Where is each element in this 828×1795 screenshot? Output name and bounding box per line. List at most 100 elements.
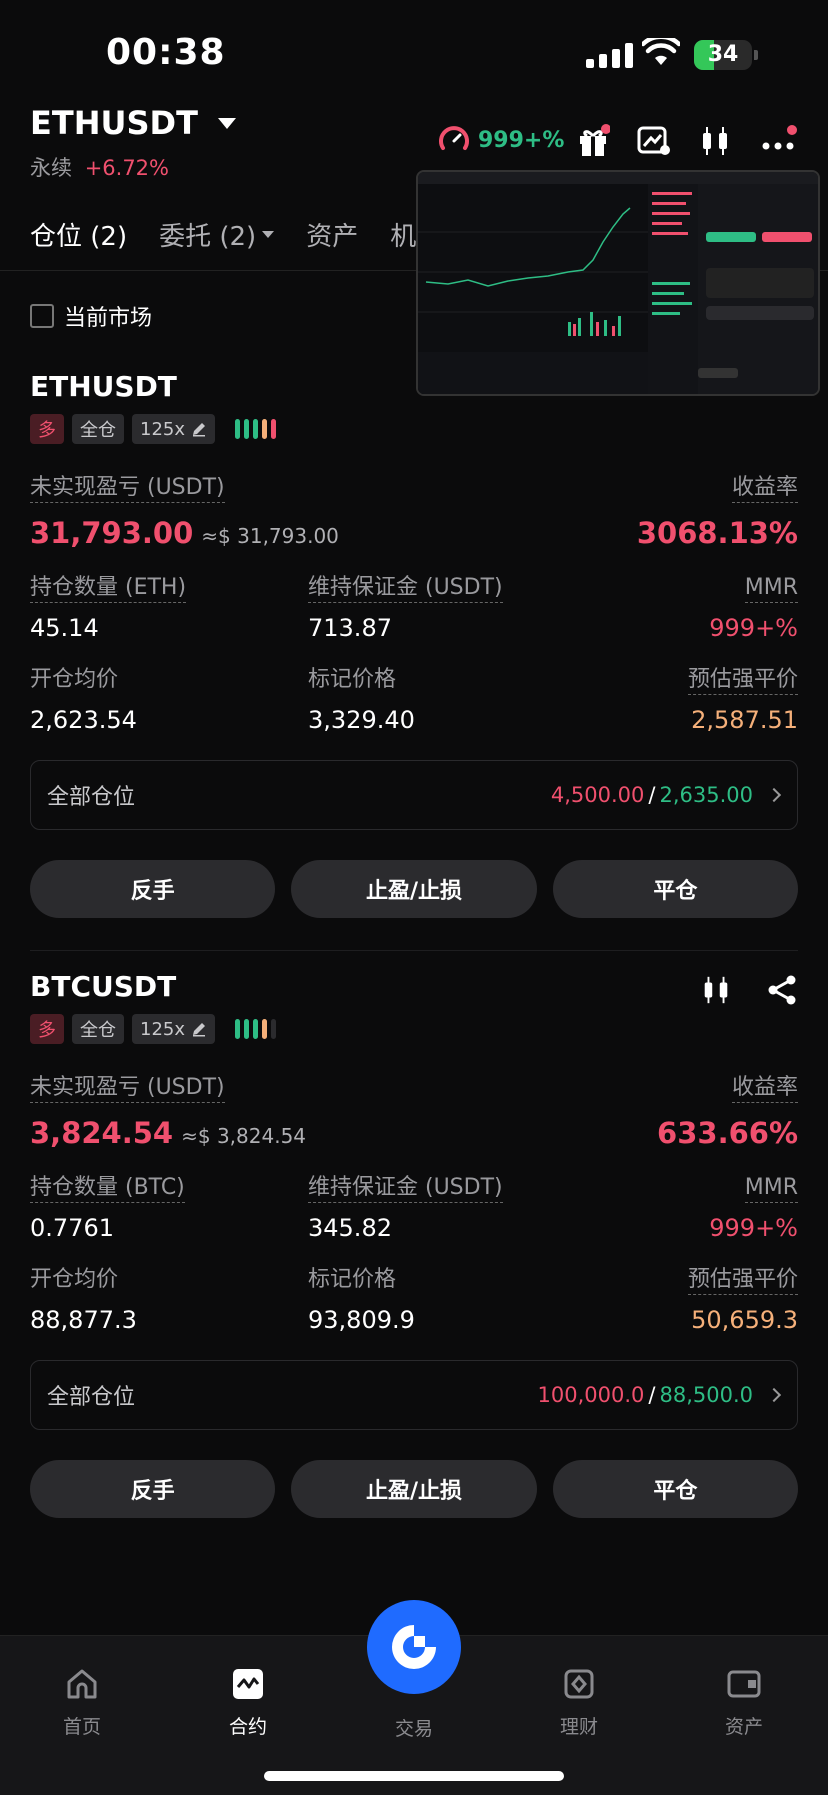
- risk-bar: [244, 419, 250, 439]
- tab-positions[interactable]: 仓位 (2): [30, 216, 127, 253]
- pnl-usd: ≈$ 3,824.54: [181, 1124, 307, 1148]
- nav-home[interactable]: 首页: [32, 1666, 132, 1739]
- risk-bar: [253, 1019, 259, 1039]
- qty-label[interactable]: 持仓数量 (BTC): [30, 1174, 185, 1203]
- edit-icon: [193, 423, 206, 437]
- gauge-icon: [439, 126, 469, 150]
- side-badge: 多: [30, 414, 64, 444]
- gift-icon[interactable]: [576, 124, 610, 158]
- checkbox[interactable]: [30, 304, 54, 328]
- nav-trade[interactable]: 交易: [364, 1714, 464, 1741]
- risk-level-bars: [235, 1019, 277, 1039]
- mm-value: 713.87: [308, 614, 392, 642]
- tpsl-button[interactable]: 止盈/止损: [291, 1460, 537, 1518]
- pnl-label[interactable]: 未实现盈亏 (USDT): [30, 474, 225, 503]
- tab-orders-label: 委托 (2): [159, 222, 257, 252]
- mmr-label[interactable]: MMR: [744, 574, 798, 603]
- entry-value: 2,623.54: [30, 706, 137, 734]
- tab-assets[interactable]: 资产: [306, 216, 358, 253]
- mmr-value: 999+%: [709, 614, 798, 642]
- reverse-button[interactable]: 反手: [30, 860, 276, 918]
- more-icon[interactable]: [760, 124, 798, 158]
- battery-level: 34: [707, 42, 739, 67]
- leverage-badge[interactable]: 125x: [132, 414, 216, 444]
- risk-bar: [253, 419, 259, 439]
- trade-button[interactable]: [367, 1600, 461, 1694]
- calculator-icon[interactable]: [636, 124, 670, 158]
- position-actions: 反手 止盈/止损 平仓: [30, 1460, 798, 1518]
- close-position-button[interactable]: 平仓: [552, 860, 798, 918]
- risk-bar: [271, 1019, 277, 1039]
- chevron-right-icon: [766, 1387, 782, 1403]
- all-positions-tpsl[interactable]: 全部仓位 4,500.00 / 2,635.00: [30, 760, 798, 830]
- all-positions-label: 全部仓位: [47, 1385, 136, 1410]
- chevron-down-icon: [217, 117, 236, 129]
- mark-label: 标记价格: [308, 667, 397, 692]
- current-market-filter[interactable]: 当前市场: [30, 300, 152, 332]
- risk-bar: [262, 419, 268, 439]
- mark-value: 93,809.9: [308, 1306, 415, 1334]
- mm-label[interactable]: 维持保证金 (USDT): [308, 1174, 503, 1203]
- roe-label[interactable]: 收益率: [731, 1074, 798, 1103]
- roe-label[interactable]: 收益率: [731, 474, 798, 503]
- all-positions-label: 全部仓位: [47, 785, 136, 810]
- stop-loss-price: 88,500.0: [659, 1383, 753, 1407]
- roe-value: 633.66%: [657, 1116, 798, 1150]
- close-position-button[interactable]: 平仓: [552, 1460, 798, 1518]
- mm-value: 345.82: [308, 1214, 392, 1242]
- share-icon[interactable]: [766, 974, 798, 1006]
- entry-value: 88,877.3: [30, 1306, 137, 1334]
- mmr-value: 999+%: [709, 1214, 798, 1242]
- position-symbol: BTCUSDT: [30, 970, 177, 1003]
- qty-label[interactable]: 持仓数量 (ETH): [30, 574, 187, 603]
- leverage-badge[interactable]: 125x: [132, 1014, 216, 1044]
- position-tags: 多 全仓 125x: [30, 1014, 277, 1044]
- tab-more[interactable]: 机: [390, 216, 416, 253]
- pip-trading-screenshot: [418, 172, 818, 394]
- reverse-button[interactable]: 反手: [30, 1460, 276, 1518]
- edit-icon: [193, 1023, 206, 1037]
- nav-futures-label: 合约: [228, 1716, 267, 1738]
- liq-label[interactable]: 预估强平价: [687, 1266, 798, 1295]
- nav-earn[interactable]: 理财: [529, 1666, 629, 1739]
- candlestick-icon[interactable]: [698, 124, 732, 158]
- position-tags: 多 全仓 125x: [30, 414, 277, 444]
- mmr-label[interactable]: MMR: [744, 1174, 798, 1203]
- home-icon: [67, 1669, 97, 1699]
- leverage-value: 125x: [140, 1018, 186, 1040]
- side-badge: 多: [30, 1014, 64, 1044]
- tab-orders[interactable]: 委托 (2): [159, 216, 275, 253]
- pair-selector[interactable]: ETHUSDT: [30, 104, 236, 142]
- risk-gauge[interactable]: 999+%: [438, 124, 564, 156]
- liq-label[interactable]: 预估强平价: [687, 666, 798, 695]
- all-positions-tpsl[interactable]: 全部仓位 100,000.0 / 88,500.0: [30, 1360, 798, 1430]
- nav-home-label: 首页: [62, 1716, 101, 1738]
- mark-label: 标记价格: [308, 1267, 397, 1292]
- nav-futures[interactable]: 合约: [198, 1666, 298, 1739]
- mm-label[interactable]: 维持保证金 (USDT): [308, 574, 503, 603]
- chevron-right-icon: [766, 787, 782, 803]
- nav-assets-label: 资产: [724, 1716, 763, 1738]
- tab-bar: 仓位 (2) 委托 (2) 资产 机: [30, 216, 416, 253]
- wifi-icon: [642, 38, 680, 65]
- leverage-value: 125x: [140, 418, 186, 440]
- candlestick-icon[interactable]: [700, 974, 732, 1006]
- roe-value: 3068.13%: [636, 516, 798, 550]
- pnl-value: 31,793.00 ≈$ 31,793.00: [30, 516, 339, 550]
- tpsl-button[interactable]: 止盈/止损: [291, 860, 537, 918]
- gauge-value: 999+%: [478, 127, 565, 153]
- pnl-label[interactable]: 未实现盈亏 (USDT): [30, 1074, 225, 1103]
- home-indicator: [264, 1771, 564, 1781]
- picture-in-picture-window[interactable]: [416, 170, 820, 396]
- pair-title: ETHUSDT: [30, 104, 198, 142]
- earn-icon: [564, 1669, 594, 1699]
- pnl-amount: 3,824.54: [30, 1116, 174, 1150]
- margin-mode-badge: 全仓: [72, 414, 124, 444]
- status-time: 00:38: [106, 32, 226, 73]
- pnl-amount: 31,793.00: [30, 516, 194, 550]
- futures-icon: [233, 1669, 263, 1699]
- position-symbol: ETHUSDT: [30, 370, 177, 403]
- nav-assets[interactable]: 资产: [694, 1666, 794, 1739]
- contract-type: 永续: [30, 156, 72, 180]
- risk-bar: [235, 1019, 241, 1039]
